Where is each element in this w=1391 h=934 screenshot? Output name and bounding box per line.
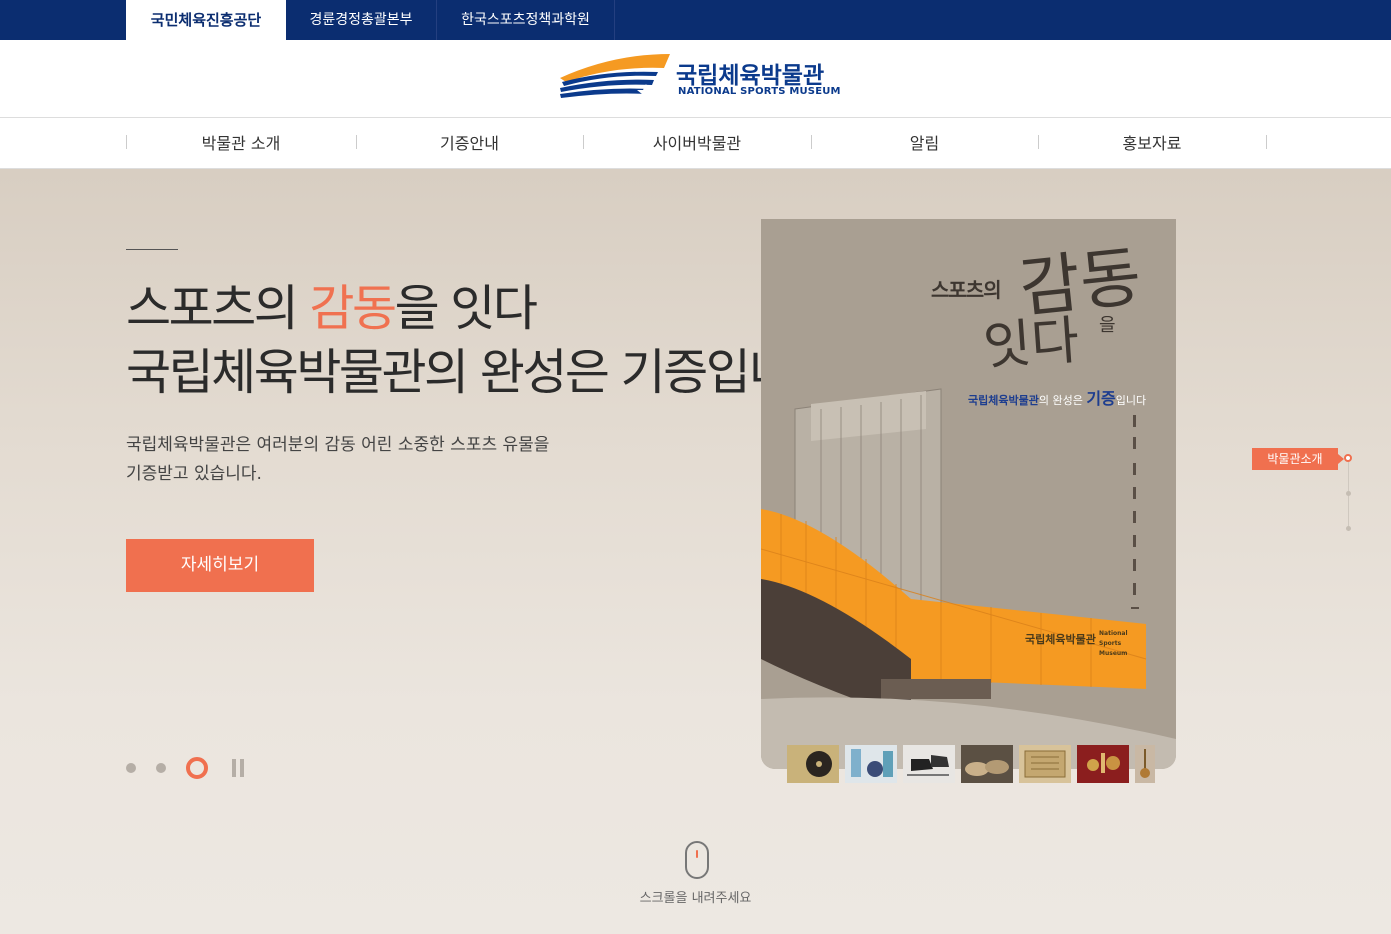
section-indicator-label[interactable]: 박물관소개 [1252, 448, 1344, 470]
artifact-thumbnail[interactable] [903, 745, 955, 783]
hero-desc-line2: 기증받고 있습니다. [126, 464, 262, 484]
pause-icon[interactable] [230, 759, 246, 777]
artifact-thumbnail[interactable] [845, 745, 897, 783]
hero-title: 스포츠의 감동을 잇다 국립체육박물관의 완성은 기증입니다. [126, 277, 849, 405]
mouse-scroll-icon [685, 841, 709, 879]
nav-divider [1266, 135, 1267, 149]
logo[interactable]: 국립체육박물관 NATIONAL SPORTS MUSEUM [558, 52, 841, 104]
nav-item-donation[interactable]: 기증안내 [356, 118, 583, 169]
pendant-icon [1140, 749, 1150, 778]
logo-title: 국립체육박물관 [676, 63, 825, 89]
hero-title-text: 을 잇다 [394, 280, 538, 337]
hero-desc-line1: 국립체육박물관은 여러분의 감동 어린 소중한 스포츠 유물을 [126, 435, 550, 455]
mouse-wheel [696, 850, 698, 858]
poster-building-sign-en: National Sports Museum [1099, 630, 1128, 657]
tab-cycle-boat[interactable]: 경륜경정총괄본부 [286, 0, 437, 40]
tab-sports-science[interactable]: 한국스포츠정책과학원 [437, 0, 615, 40]
poster-text: 을 [1099, 315, 1116, 336]
slider-dot-2[interactable] [156, 763, 166, 773]
artifact-thumbnail[interactable] [787, 745, 839, 783]
main-nav: 박물관 소개 기증안내 사이버박물관 알림 홍보자료 [0, 118, 1391, 169]
poster-sub-text: 입니다 [1115, 394, 1147, 407]
logo-emblem-icon [560, 54, 670, 100]
hero-title-text: 스포츠의 [126, 280, 310, 337]
header: 국립체육박물관 NATIONAL SPORTS MUSEUM [0, 40, 1391, 118]
poster-sub-text: 의 완성은 [1038, 394, 1087, 407]
shoes-icon [965, 760, 1009, 776]
trophy-icon [1087, 753, 1120, 773]
artifact-thumbnail[interactable] [1077, 745, 1129, 783]
hero-description: 국립체육박물관은 여러분의 감동 어린 소중한 스포츠 유물을 기증받고 있습니… [126, 431, 549, 489]
record-icon [806, 751, 832, 777]
artifact-thumbnail[interactable] [961, 745, 1013, 783]
hero-slider: 스포츠의 감동을 잇다 국립체육박물관의 완성은 기증입니다. 국립체육박물관은… [0, 169, 1391, 934]
poster-subtitle: 국립체육박물관의 완성은 기증입니다 [968, 385, 1146, 409]
section-indicator-line [1348, 461, 1349, 531]
nav-item-about[interactable]: 박물관 소개 [126, 118, 356, 169]
tab-kspo[interactable]: 국민체육진흥공단 [126, 0, 286, 40]
logo-subtitle: NATIONAL SPORTS MUSEUM [678, 86, 841, 97]
scroll-hint: 스크롤을 내려주세요 [639, 891, 752, 906]
hero-title-line2: 국립체육박물관의 완성은 기증입니다. [126, 344, 849, 401]
poster-sub-highlight: 기증 [1086, 389, 1116, 408]
section-indicator-dot-2[interactable] [1346, 491, 1351, 496]
skate-icon [907, 755, 949, 776]
poster-building-sign: 국립체육박물관 [1025, 633, 1096, 646]
artifact-thumbnail[interactable] [1019, 745, 1071, 783]
poster-sub-text: 국립체육박물관 [968, 394, 1039, 407]
more-button[interactable]: 자세히보기 [126, 539, 314, 592]
document-icon [1024, 750, 1066, 778]
donation-poster-image: 스포츠의 감동 을 잇다 국립체육박물관의 완성은 기증입니다 국립체육박물관 … [761, 219, 1176, 769]
hero-title-highlight: 감동 [309, 280, 397, 337]
nav-item-cyber-museum[interactable]: 사이버박물관 [583, 118, 811, 169]
nav-item-pr[interactable]: 홍보자료 [1038, 118, 1266, 169]
slider-dot-3[interactable] [186, 757, 208, 779]
hero-accent-line [126, 249, 178, 250]
section-indicator-dot-3[interactable] [1346, 526, 1351, 531]
section-indicator-dot-1[interactable] [1344, 454, 1352, 462]
slider-dot-1[interactable] [126, 763, 136, 773]
artifact-thumbnail[interactable] [1135, 745, 1155, 783]
family-site-bar: 국민체육진흥공단 경륜경정총괄본부 한국스포츠정책과학원 [0, 0, 1391, 40]
poster-text: 스포츠의 [931, 278, 1002, 302]
poster-calligraphy: 잇다 [981, 310, 1082, 378]
nav-item-notice[interactable]: 알림 [811, 118, 1038, 169]
medal-icon [851, 749, 893, 777]
